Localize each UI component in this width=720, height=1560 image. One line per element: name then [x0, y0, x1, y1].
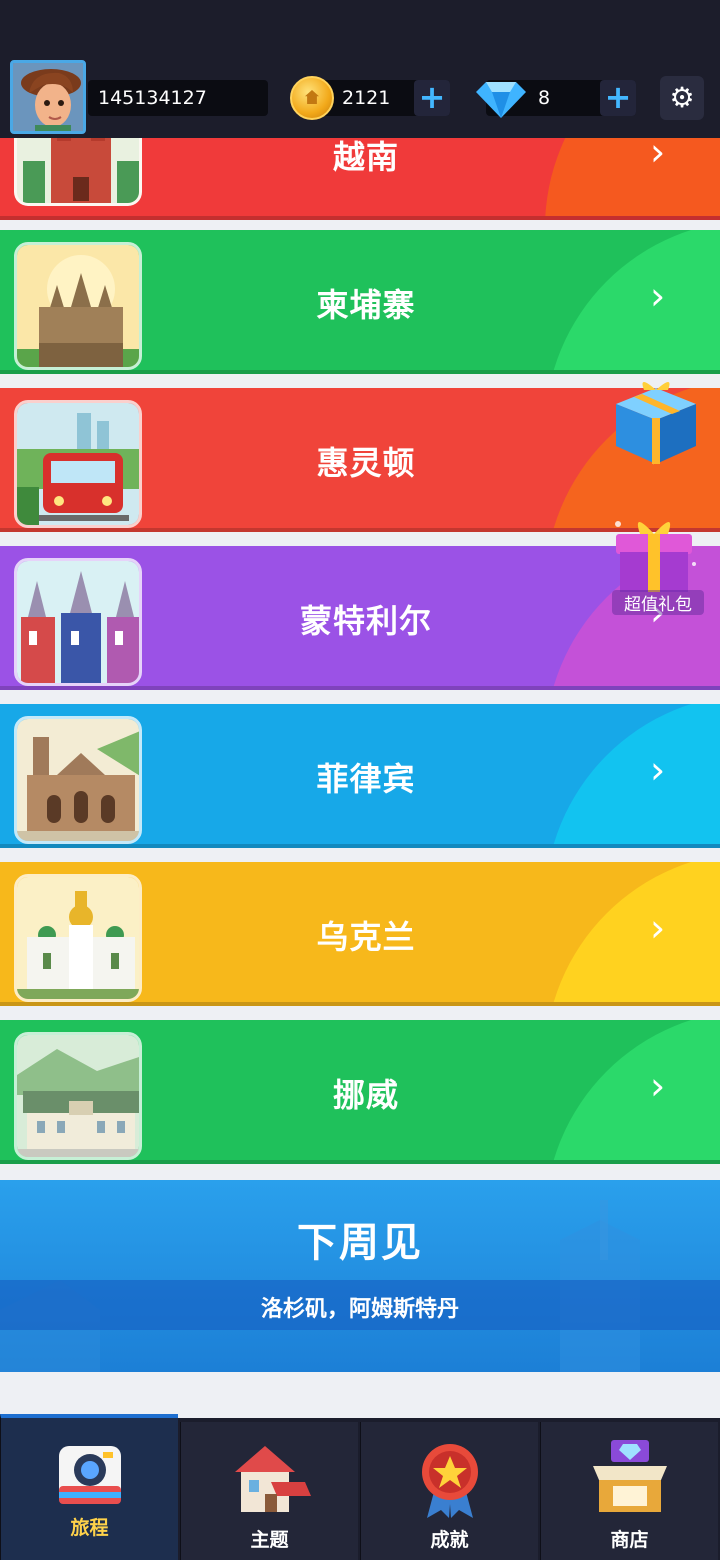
- destination-name: 越南: [332, 138, 399, 176]
- player-id: 145134127: [88, 80, 268, 116]
- destination-row-vietnam[interactable]: 越南 ›: [0, 138, 720, 220]
- shop-icon: [592, 1440, 667, 1512]
- gem-value: 8: [538, 87, 551, 109]
- row-decoration: [545, 704, 720, 844]
- philippines-thumbnail: [14, 716, 142, 844]
- tab-journey[interactable]: 旅程: [0, 1414, 178, 1560]
- gem-counter: 8 +: [476, 80, 636, 118]
- destination-name: 蒙特利尔: [299, 602, 432, 640]
- top-bar: 145134127 2121 + 8 + ⚙: [0, 0, 720, 142]
- tab-achievement[interactable]: 成就: [360, 1422, 538, 1560]
- destination-name: 菲律宾: [316, 760, 416, 798]
- house-icon: [234, 1446, 311, 1512]
- bottom-navigation: 旅程 主题 成就 商店: [0, 1414, 720, 1560]
- value-pack-gift-icon[interactable]: [604, 504, 704, 594]
- player-avatar[interactable]: [10, 60, 86, 134]
- medal-icon: [421, 1444, 478, 1518]
- coin-value: 2121: [342, 87, 391, 109]
- tab-label: 主题: [250, 1529, 289, 1551]
- camera-icon: [58, 1446, 121, 1504]
- tab-label: 旅程: [70, 1517, 109, 1539]
- vietnam-thumbnail: [14, 138, 142, 206]
- diamond-icon: [476, 82, 526, 118]
- coin-counter: 2121 +: [290, 76, 450, 120]
- chevron-right-icon: ›: [650, 274, 666, 318]
- chevron-right-icon: ›: [650, 1064, 666, 1108]
- destination-name: 乌克兰: [316, 918, 416, 956]
- montreal-thumbnail: [14, 558, 142, 686]
- row-decoration: [545, 138, 720, 216]
- tab-theme[interactable]: 主题: [180, 1422, 358, 1560]
- destination-row-ukraine[interactable]: 乌克兰 ›: [0, 862, 720, 1006]
- destination-row-philippines[interactable]: 菲律宾 ›: [0, 704, 720, 848]
- chevron-right-icon: ›: [650, 748, 666, 792]
- gift-box-icon[interactable]: [608, 374, 704, 470]
- gear-icon: ⚙: [669, 81, 695, 114]
- row-decoration: [545, 862, 720, 1002]
- norway-thumbnail: [14, 1032, 142, 1160]
- destination-name: 柬埔寨: [316, 286, 416, 324]
- next-week-title: 下周见: [297, 1220, 423, 1266]
- coin-icon: [290, 76, 334, 120]
- tab-label: 成就: [430, 1529, 469, 1551]
- row-decoration: [545, 230, 720, 370]
- destination-name: 挪威: [332, 1076, 399, 1114]
- next-week-panel: 下周见 洛杉矶，阿姆斯特丹: [0, 1180, 720, 1372]
- settings-button[interactable]: ⚙: [660, 76, 704, 120]
- value-pack-label[interactable]: 超值礼包: [612, 590, 704, 615]
- cambodia-thumbnail: [14, 242, 142, 370]
- row-decoration: [545, 1020, 720, 1160]
- tab-shop[interactable]: 商店: [540, 1422, 718, 1560]
- destination-row-norway[interactable]: 挪威 ›: [0, 1020, 720, 1164]
- city-silhouette-decoration: [0, 1200, 640, 1372]
- add-coins-button[interactable]: +: [414, 80, 450, 116]
- chevron-right-icon: ›: [650, 138, 666, 174]
- destination-name: 惠灵顿: [316, 444, 416, 482]
- add-gems-button[interactable]: +: [600, 80, 636, 116]
- destination-row-cambodia[interactable]: 柬埔寨 ›: [0, 230, 720, 374]
- chevron-right-icon: ›: [650, 906, 666, 950]
- next-week-cities: 洛杉矶，阿姆斯特丹: [260, 1297, 459, 1322]
- ukraine-thumbnail: [14, 874, 142, 1002]
- tab-label: 商店: [610, 1529, 649, 1551]
- wellington-thumbnail: [14, 400, 142, 528]
